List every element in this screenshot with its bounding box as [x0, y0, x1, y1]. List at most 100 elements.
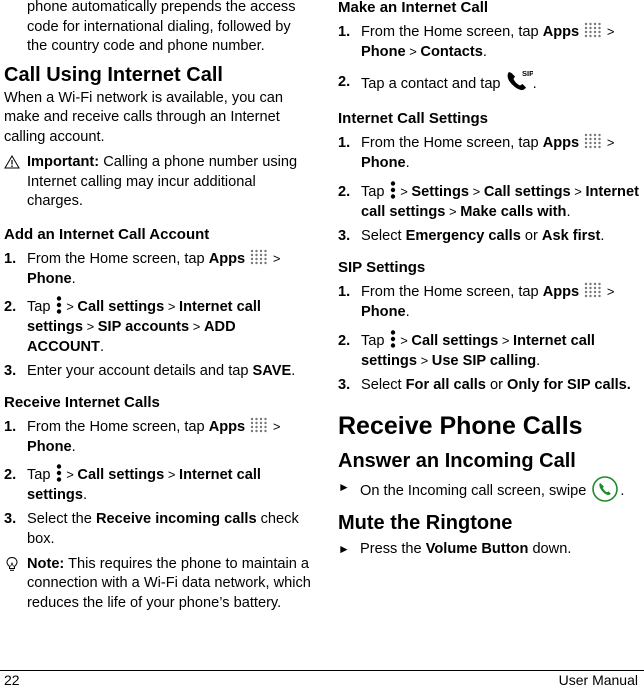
phone-label: Phone — [27, 270, 72, 287]
separator: > — [62, 466, 78, 482]
period: . — [620, 483, 625, 500]
step: 1. From the Home screen, tap Apps > Phon… — [338, 22, 642, 62]
apps-label: Apps — [208, 418, 246, 435]
step: 3. Enter your account details and tap SA… — [4, 361, 314, 381]
sip-settings-title: SIP Settings — [338, 259, 426, 277]
separator: > — [603, 284, 615, 300]
period: . — [291, 362, 296, 379]
step: 3. Select Emergency calls or Ask first. — [338, 226, 642, 246]
important-callout: Important: Calling a phone number using … — [4, 153, 314, 212]
step-number: 3. — [4, 510, 17, 527]
step-number: 2. — [338, 184, 351, 200]
call-settings-label: Call settings — [411, 333, 499, 350]
separator: > — [405, 44, 421, 59]
step-text: From the Home screen, tap — [361, 135, 543, 151]
or-text: or — [485, 377, 508, 394]
ask-first-label: Ask first — [541, 228, 601, 245]
footer-divider — [0, 670, 644, 671]
sip-call-icon: SIP — [507, 69, 533, 91]
phone-label: Phone — [361, 44, 406, 60]
step: 1. From the Home screen, tap Apps > Phon… — [4, 417, 314, 457]
step: 2. Tap > Settings > Call settings > Inte… — [338, 181, 642, 222]
call-settings-label: Call settings — [483, 184, 571, 200]
step-number: 1. — [338, 135, 351, 151]
step-text: From the Home screen, tap — [27, 250, 209, 267]
period: . — [405, 155, 410, 171]
step-text: Tap — [27, 466, 55, 483]
step: 1. From the Home screen, tap Apps > Phon… — [338, 282, 642, 322]
warning-triangle-icon — [4, 155, 20, 169]
chapter-title: Receive Phone Calls — [338, 412, 583, 441]
make-calls-with-label: Make calls with — [460, 204, 567, 221]
step: 3. Select the Receive incoming calls che… — [4, 509, 314, 549]
apps-label: Apps — [208, 250, 246, 267]
step-number: 1. — [338, 24, 351, 40]
volume-button-label: Volume Button — [425, 541, 529, 558]
receive-incoming-calls-label: Receive incoming calls — [95, 510, 257, 527]
separator: > — [570, 184, 586, 199]
period: . — [82, 486, 88, 503]
step-text: From the Home screen, tap — [361, 284, 543, 301]
step-text: From the Home screen, tap — [27, 418, 209, 435]
lightbulb-icon — [6, 556, 18, 571]
apps-label: Apps — [542, 284, 580, 301]
step: 2. Tap a contact and tap SIP . — [338, 69, 642, 96]
contacts-label: Contacts — [420, 44, 483, 60]
sip-label: SIP — [522, 69, 533, 78]
section-body: When a Wi-Fi network is available, you c… — [4, 89, 284, 145]
step-text: Select — [361, 377, 406, 394]
period: . — [71, 270, 76, 287]
step: 1. From the Home screen, tap Apps > Phon… — [338, 133, 642, 173]
step-number: 2. — [4, 298, 17, 315]
menu-dots-icon — [56, 464, 61, 482]
apps-label: Apps — [542, 24, 580, 40]
step-text: Tap a contact and tap — [361, 75, 505, 92]
right-column: Make an Internet Call 1. From the Home s… — [338, 0, 642, 559]
section-title-call-using-internet: Call Using Internet Call — [4, 63, 223, 86]
make-call-steps: 1. From the Home screen, tap Apps > Phon… — [338, 22, 642, 96]
step-number: 3. — [338, 377, 351, 394]
period: . — [99, 338, 105, 355]
note-label: Note: — [27, 555, 65, 572]
receive-calls-title: Receive Internet Calls — [4, 393, 160, 411]
add-account-title: Add an Internet Call Account — [4, 225, 210, 243]
step-text: Select the — [27, 510, 96, 527]
separator: > — [416, 353, 432, 369]
separator: > — [396, 333, 412, 349]
phone-label: Phone — [361, 304, 406, 321]
step: 2. Tap > Call settings > Internet call s… — [4, 295, 314, 357]
step-number: 2. — [4, 466, 17, 483]
step-number: 3. — [4, 362, 17, 379]
separator: > — [269, 418, 281, 434]
separator: > — [189, 318, 204, 334]
step-number: 1. — [4, 418, 17, 435]
instruction-text: Press the — [360, 541, 426, 558]
step: 2. Tap > Call settings > Internet call s… — [4, 464, 314, 505]
save-label: SAVE — [252, 362, 292, 379]
step: 3. Select For all calls or Only for SIP … — [338, 375, 642, 395]
period: . — [405, 304, 410, 321]
apps-grid-icon — [585, 22, 601, 38]
mute-ringtone-instruction: ► Press the Volume Button down. — [338, 539, 642, 559]
step-number: 2. — [338, 333, 351, 350]
menu-dots-icon — [390, 181, 395, 199]
settings-steps: 1. From the Home screen, tap Apps > Phon… — [338, 133, 642, 246]
apps-label: Apps — [542, 135, 580, 151]
answer-call-instruction: ► On the Incoming call screen, swipe . — [338, 476, 642, 505]
step-number: 2. — [338, 74, 351, 90]
add-account-steps: 1. From the Home screen, tap Apps > Phon… — [4, 249, 314, 381]
apps-grid-icon — [585, 133, 601, 149]
step-number: 3. — [338, 228, 351, 245]
step-text: Tap — [361, 333, 389, 350]
instruction-text: On the Incoming call screen, swipe — [360, 483, 591, 500]
make-call-title: Make an Internet Call — [338, 0, 489, 16]
answer-call-icon — [592, 476, 619, 503]
step-text: From the Home screen, tap — [361, 24, 543, 40]
use-sip-calling-label: Use SIP calling — [431, 353, 537, 370]
period: . — [566, 204, 571, 221]
sip-accounts-label: SIP accounts — [97, 318, 190, 335]
period: . — [600, 228, 605, 245]
phone-label: Phone — [27, 438, 72, 455]
bullet-arrow-icon: ► — [338, 542, 350, 557]
settings-title: Internet Call Settings — [338, 110, 489, 127]
